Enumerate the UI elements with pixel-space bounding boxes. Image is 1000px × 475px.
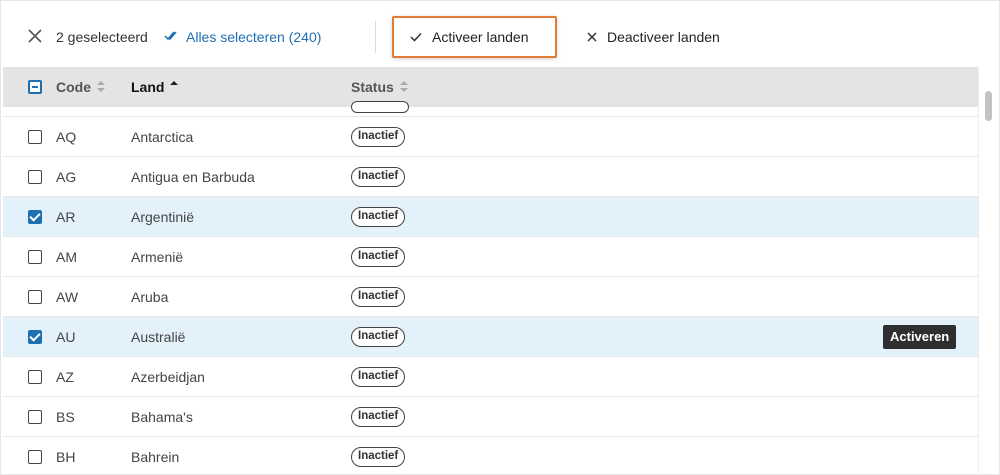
sort-icon bbox=[399, 81, 408, 93]
table-body: AQ Antarctica Inactief AG Antigua en Barbuda… bbox=[3, 117, 978, 474]
column-header-status-label: Status bbox=[351, 79, 394, 95]
table-row[interactable]: AG Antigua en Barbuda Inactief bbox=[3, 157, 978, 197]
status-badge: Inactief bbox=[351, 327, 406, 347]
status-badge: Inactief bbox=[351, 367, 406, 387]
country-table-panel: 2 geselecteerd Alles selecteren (240) Ac… bbox=[0, 0, 1000, 475]
status-badge: Inactief bbox=[351, 127, 406, 147]
select-all-label: Alles selecteren (240) bbox=[186, 29, 322, 45]
status-badge: Inactief bbox=[351, 447, 406, 467]
country-name: Argentinië bbox=[131, 209, 195, 225]
table-row[interactable]: AM Armenië Inactief bbox=[3, 237, 978, 277]
table-row[interactable]: AU Australië Inactief Activeren bbox=[3, 317, 978, 357]
row-checkbox[interactable] bbox=[28, 290, 42, 304]
row-checkbox[interactable] bbox=[28, 130, 42, 144]
status-badge: Inactief bbox=[351, 407, 406, 427]
table-row-partial bbox=[3, 101, 978, 117]
status-badge: Inactief bbox=[351, 287, 406, 307]
sort-icon bbox=[97, 81, 105, 93]
close-icon bbox=[587, 28, 597, 46]
table-row[interactable]: AZ Azerbeidjan Inactief bbox=[3, 357, 978, 397]
toolbar-divider bbox=[375, 21, 376, 53]
sort-ascending-icon bbox=[170, 81, 179, 93]
country-code: AW bbox=[56, 289, 79, 305]
row-checkbox[interactable] bbox=[28, 450, 42, 464]
column-header-land-label: Land bbox=[131, 79, 165, 95]
double-check-icon bbox=[164, 28, 178, 46]
selection-toolbar: 2 geselecteerd Alles selecteren (240) Ac… bbox=[1, 1, 999, 67]
column-header-land[interactable]: Land bbox=[131, 78, 179, 96]
country-code: AM bbox=[56, 249, 77, 265]
country-name: Australië bbox=[131, 329, 186, 345]
table-row[interactable]: BH Bahrein Inactief bbox=[3, 437, 978, 474]
deactivate-countries-button[interactable]: Deactiveer landen bbox=[587, 28, 720, 46]
country-code: AG bbox=[56, 169, 77, 185]
status-badge: Inactief bbox=[351, 247, 406, 267]
scrollbar-track[interactable] bbox=[978, 67, 999, 474]
country-code: AQ bbox=[56, 129, 77, 145]
column-header-code-label: Code bbox=[56, 79, 91, 95]
country-name: Azerbeidjan bbox=[131, 369, 205, 385]
status-badge bbox=[351, 101, 409, 113]
country-code: BS bbox=[56, 409, 75, 425]
select-all-link[interactable]: Alles selecteren (240) bbox=[164, 28, 321, 46]
country-name: Antigua en Barbuda bbox=[131, 169, 255, 185]
table-row[interactable]: AQ Antarctica Inactief bbox=[3, 117, 978, 157]
country-name: Armenië bbox=[131, 249, 184, 265]
row-checkbox[interactable] bbox=[28, 410, 42, 424]
country-name: Bahrein bbox=[131, 449, 180, 465]
country-code: AU bbox=[56, 329, 76, 345]
deactivate-countries-label: Deactiveer landen bbox=[607, 29, 720, 45]
row-checkbox[interactable] bbox=[28, 170, 42, 184]
clear-selection-close-icon[interactable] bbox=[27, 28, 43, 44]
scrollbar-thumb[interactable] bbox=[985, 91, 992, 121]
country-code: AR bbox=[56, 209, 76, 225]
column-header-code[interactable]: Code bbox=[56, 78, 105, 96]
activate-countries-label: Activeer landen bbox=[432, 29, 529, 45]
country-name: Aruba bbox=[131, 289, 169, 305]
country-name: Bahama's bbox=[131, 409, 193, 425]
table-row[interactable]: BS Bahama's Inactief bbox=[3, 397, 978, 437]
activate-countries-button[interactable]: Activeer landen bbox=[392, 16, 557, 58]
country-code: BH bbox=[56, 449, 76, 465]
column-header-status[interactable]: Status bbox=[351, 78, 408, 96]
country-code: AZ bbox=[56, 369, 74, 385]
row-checkbox[interactable] bbox=[28, 210, 42, 224]
status-badge: Inactief bbox=[351, 167, 406, 187]
row-checkbox[interactable] bbox=[28, 330, 42, 344]
table-row[interactable]: AW Aruba Inactief bbox=[3, 277, 978, 317]
select-all-checkbox[interactable] bbox=[28, 80, 42, 94]
row-checkbox[interactable] bbox=[28, 370, 42, 384]
table-row[interactable]: AR Argentinië Inactief bbox=[3, 197, 978, 237]
activate-tooltip: Activeren bbox=[883, 325, 957, 349]
row-checkbox[interactable] bbox=[28, 250, 42, 264]
table-header: Code Land Status bbox=[3, 67, 978, 107]
check-icon bbox=[410, 29, 422, 45]
status-badge: Inactief bbox=[351, 207, 406, 227]
selected-count: 2 geselecteerd bbox=[56, 29, 148, 45]
country-name: Antarctica bbox=[131, 129, 194, 145]
